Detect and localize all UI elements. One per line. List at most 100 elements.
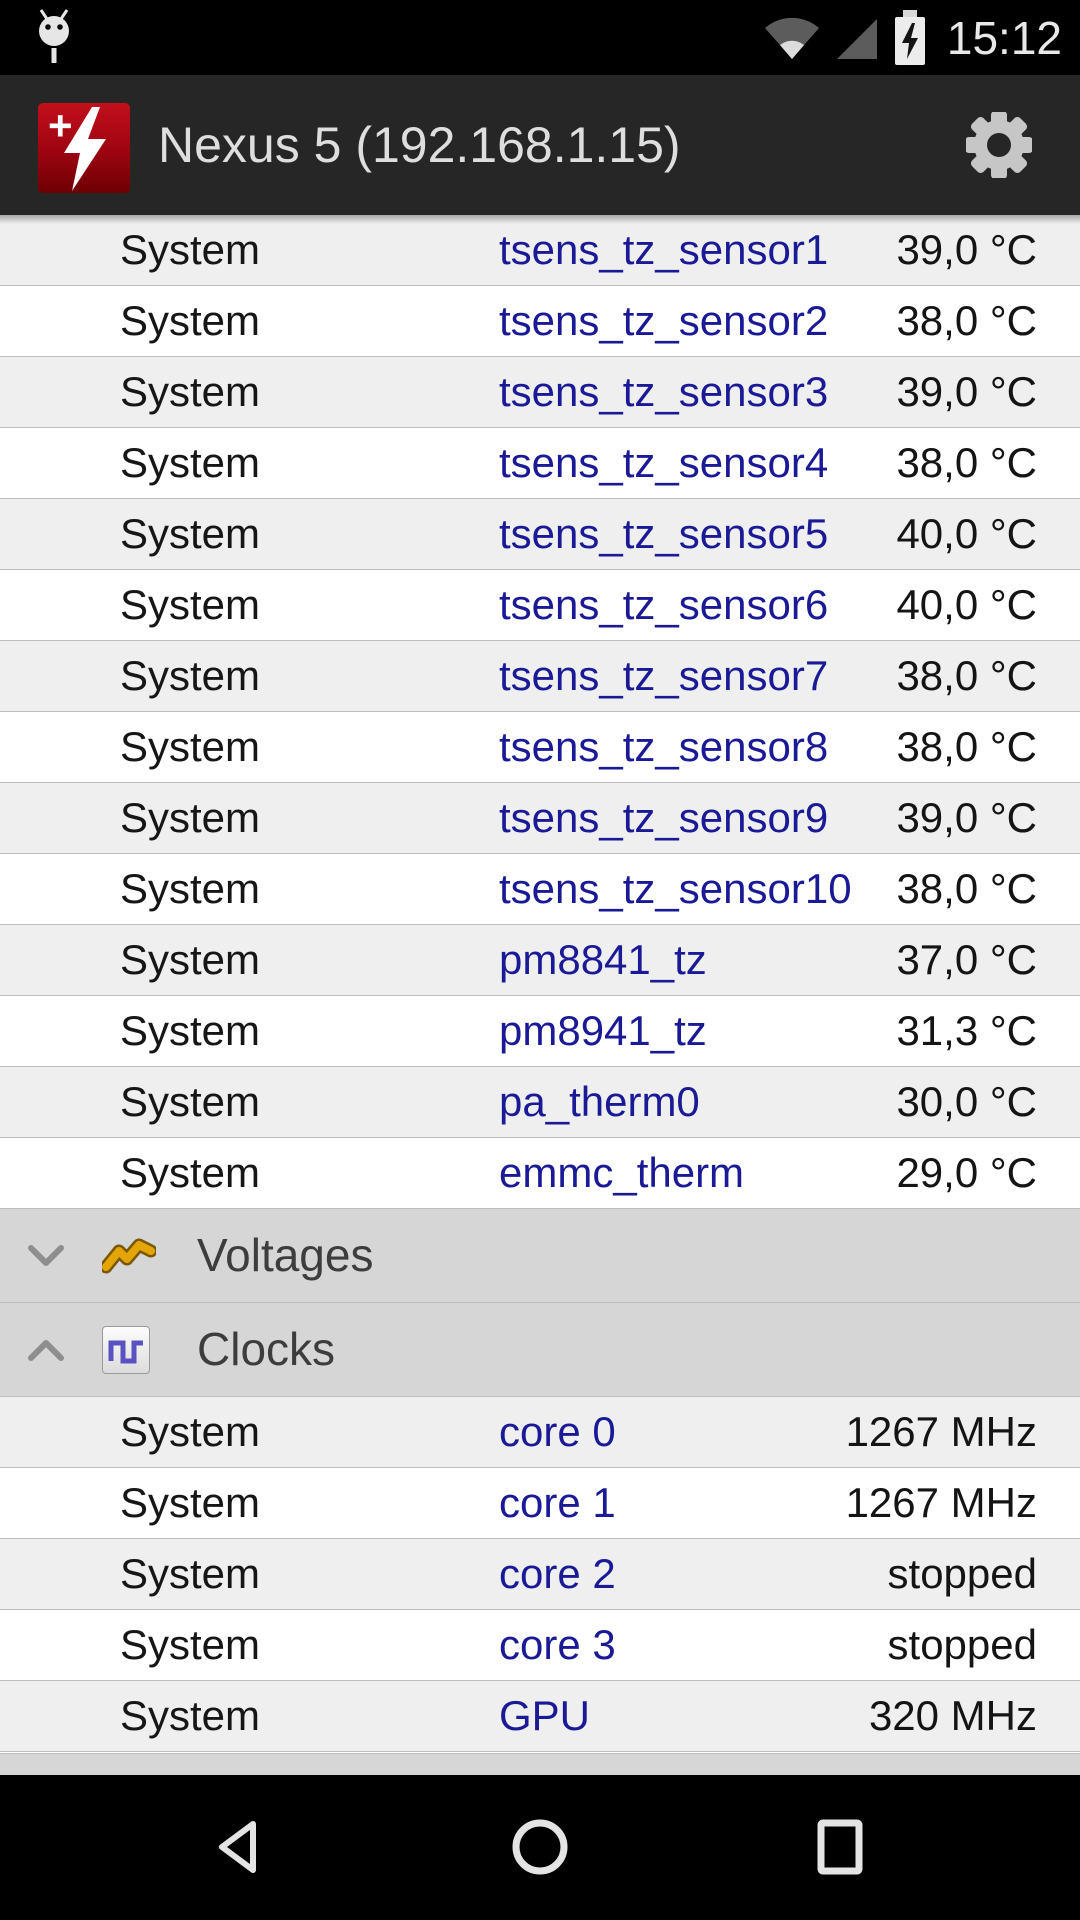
row-sensor-link[interactable]: GPU [499,1681,590,1751]
table-row[interactable]: System tsens_tz_sensor2 38,0 °C [0,286,1080,357]
row-source: System [120,1610,260,1680]
row-source: System [120,1067,260,1137]
row-sensor-link[interactable]: pm8941_tz [499,996,707,1066]
row-source: System [120,1397,260,1467]
row-source: System [120,357,260,427]
table-row[interactable]: System pa_therm0 30,0 °C [0,1067,1080,1138]
row-value: 38,0 °C [896,286,1037,356]
table-row[interactable]: System core 3 stopped [0,1610,1080,1681]
lightning-bolt-icon [52,107,116,191]
row-source: System [120,1138,260,1208]
row-sensor-link[interactable]: tsens_tz_sensor4 [499,428,828,498]
row-source: System [120,854,260,924]
row-sensor-link[interactable]: pm8841_tz [499,925,707,995]
row-value: 38,0 °C [896,854,1037,924]
row-value: 39,0 °C [896,783,1037,853]
status-time: 15:12 [947,11,1062,65]
section-header-clocks[interactable]: Clocks [0,1303,1080,1397]
table-row[interactable]: System tsens_tz_sensor9 39,0 °C [0,783,1080,854]
row-sensor-link[interactable]: tsens_tz_sensor1 [499,215,828,285]
row-sensor-link[interactable]: tsens_tz_sensor2 [499,286,828,356]
overview-button[interactable] [811,1817,871,1877]
table-row[interactable]: System tsens_tz_sensor6 40,0 °C [0,570,1080,641]
row-sensor-link[interactable]: tsens_tz_sensor9 [499,783,828,853]
temperature-rows: System tsens_tz_sensor1 39,0 °C System t… [0,215,1080,1209]
page-title: Nexus 5 (192.168.1.15) [158,75,681,215]
row-source: System [120,428,260,498]
row-sensor-link[interactable]: tsens_tz_sensor5 [499,499,828,569]
app-bar: + Nexus 5 (192.168.1.15) [0,75,1080,215]
row-value: stopped [888,1539,1037,1609]
row-source: System [120,1681,260,1751]
table-row[interactable]: System tsens_tz_sensor8 38,0 °C [0,712,1080,783]
row-sensor-link[interactable]: tsens_tz_sensor7 [499,641,828,711]
table-row[interactable]: System tsens_tz_sensor5 40,0 °C [0,499,1080,570]
back-button[interactable] [211,1817,271,1877]
table-row[interactable]: System GPU 320 MHz [0,1681,1080,1752]
row-value: 31,3 °C [896,996,1037,1066]
table-row[interactable]: System tsens_tz_sensor10 38,0 °C [0,854,1080,925]
chevron-up-icon[interactable] [27,1338,65,1362]
row-sensor-link[interactable]: core 0 [499,1397,616,1467]
home-button[interactable] [510,1817,570,1877]
row-sensor-link[interactable]: emmc_therm [499,1138,744,1208]
row-value: 320 MHz [869,1681,1037,1751]
table-row[interactable]: System tsens_tz_sensor3 39,0 °C [0,357,1080,428]
table-row[interactable]: System tsens_tz_sensor7 38,0 °C [0,641,1080,712]
cell-signal-icon [835,15,879,61]
row-source: System [120,1539,260,1609]
table-row[interactable]: System pm8941_tz 31,3 °C [0,996,1080,1067]
row-source: System [120,925,260,995]
table-row[interactable]: System core 0 1267 MHz [0,1397,1080,1468]
partial-section-header [0,1753,1080,1775]
row-source: System [120,570,260,640]
table-row[interactable]: System tsens_tz_sensor4 38,0 °C [0,428,1080,499]
droid-notification-icon [28,6,80,68]
row-source: System [120,215,260,285]
row-sensor-link[interactable]: core 3 [499,1610,616,1680]
settings-gear-icon[interactable] [966,112,1032,178]
row-sensor-link[interactable]: tsens_tz_sensor8 [499,712,828,782]
navigation-bar [0,1775,1080,1920]
row-sensor-link[interactable]: tsens_tz_sensor10 [499,854,852,924]
row-sensor-link[interactable]: pa_therm0 [499,1067,700,1137]
row-value: 39,0 °C [896,357,1037,427]
row-value: 38,0 °C [896,641,1037,711]
table-row[interactable]: System tsens_tz_sensor1 39,0 °C [0,215,1080,286]
row-source: System [120,1468,260,1538]
row-source: System [120,783,260,853]
row-value: 30,0 °C [896,1067,1037,1137]
row-value: 1267 MHz [846,1468,1037,1538]
row-value: 29,0 °C [896,1138,1037,1208]
section-header-voltages[interactable]: Voltages [0,1209,1080,1303]
table-row[interactable]: System pm8841_tz 37,0 °C [0,925,1080,996]
table-row[interactable]: System emmc_therm 29,0 °C [0,1138,1080,1209]
row-value: 38,0 °C [896,712,1037,782]
wifi-icon [763,15,821,61]
battery-charging-icon [893,9,927,67]
table-row[interactable]: System core 2 stopped [0,1539,1080,1610]
phone-screen: 15:12 + Nexus 5 (192.168.1.15) [0,0,1080,1920]
row-sensor-link[interactable]: tsens_tz_sensor6 [499,570,828,640]
row-source: System [120,286,260,356]
row-value: 37,0 °C [896,925,1037,995]
clock-rows: System core 0 1267 MHz System core 1 126… [0,1397,1080,1752]
status-bar: 15:12 [0,0,1080,75]
row-value: 40,0 °C [896,570,1037,640]
row-source: System [120,641,260,711]
voltage-lightning-icon [102,1238,156,1274]
table-row[interactable]: System core 1 1267 MHz [0,1468,1080,1539]
row-source: System [120,996,260,1066]
row-sensor-link[interactable]: core 2 [499,1539,616,1609]
section-label: Clocks [197,1303,335,1396]
section-label: Voltages [197,1209,373,1302]
row-value: 39,0 °C [896,215,1037,285]
app-icon: + [38,103,130,193]
row-sensor-link[interactable]: core 1 [499,1468,616,1538]
row-source: System [120,499,260,569]
chevron-down-icon[interactable] [27,1244,65,1268]
row-sensor-link[interactable]: tsens_tz_sensor3 [499,357,828,427]
square-wave-icon [102,1326,150,1374]
row-value: stopped [888,1610,1037,1680]
row-value: 40,0 °C [896,499,1037,569]
